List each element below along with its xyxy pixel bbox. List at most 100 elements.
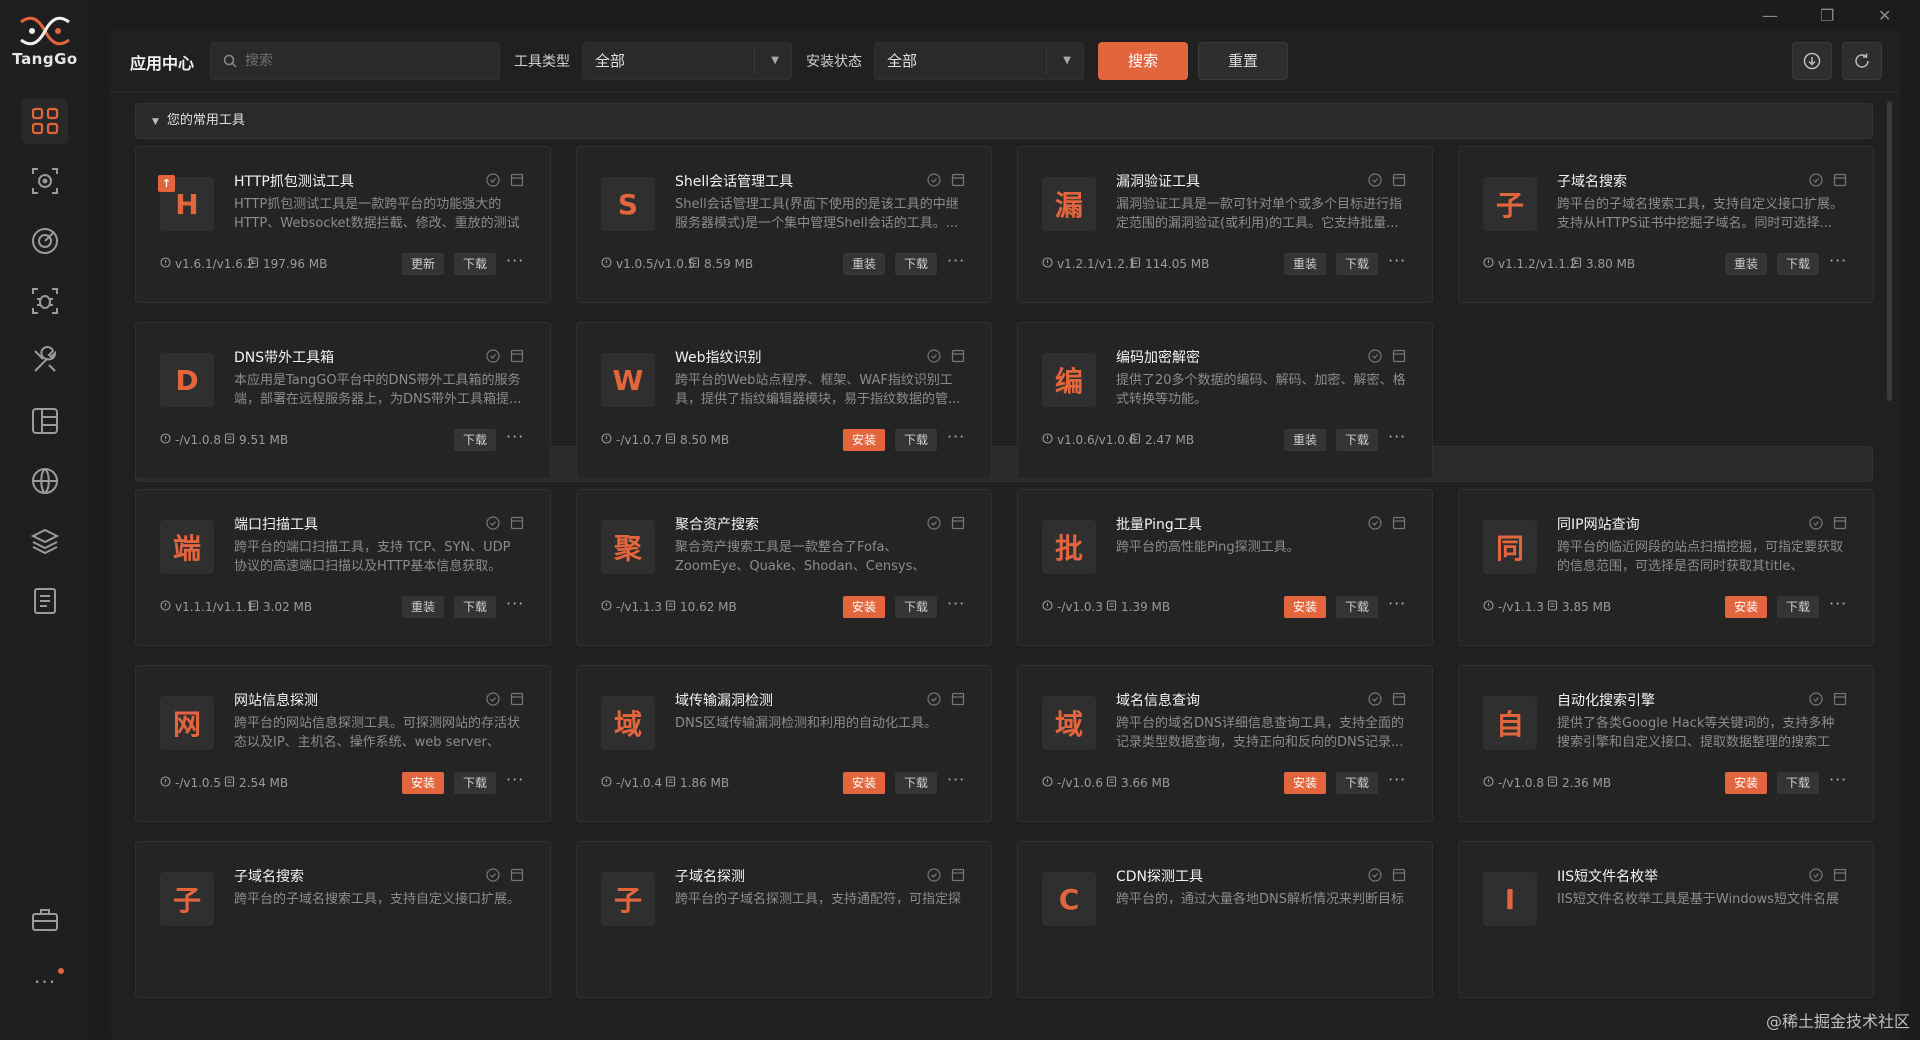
verified-icon[interactable]: [1368, 691, 1382, 710]
details-icon[interactable]: [951, 691, 965, 710]
download-button[interactable]: 下载: [895, 596, 937, 618]
tool-card[interactable]: S Shell会话管理工具 Shell会话管理工具(界面下使用的是该工具的中继服务器…: [576, 146, 992, 303]
tool-card[interactable]: 子 子域名搜索 跨平台的子域名搜索工具，支持自定义接口扩展。支持从HTTPS证书中挖…: [1458, 146, 1874, 303]
scrollbar[interactable]: [1887, 101, 1892, 401]
nav-toolbox-icon[interactable]: [22, 897, 68, 943]
details-icon[interactable]: [510, 867, 524, 886]
verified-icon[interactable]: [1809, 172, 1823, 191]
download-button[interactable]: 下载: [1777, 772, 1819, 794]
more-options-icon[interactable]: ···: [1829, 594, 1847, 613]
details-icon[interactable]: [510, 691, 524, 710]
verified-icon[interactable]: [927, 172, 941, 191]
more-options-icon[interactable]: ···: [947, 427, 965, 446]
more-options-icon[interactable]: ···: [1388, 427, 1406, 446]
more-options-icon[interactable]: ···: [947, 770, 965, 789]
tool-card[interactable]: I IIS短文件名枚举 IIS短文件名枚举工具是基于Windows短文件名展: [1458, 841, 1874, 998]
more-icon[interactable]: ···: [34, 970, 56, 994]
primary-action-button[interactable]: 重装: [402, 596, 444, 618]
details-icon[interactable]: [510, 172, 524, 191]
verified-icon[interactable]: [1809, 867, 1823, 886]
details-icon[interactable]: [1392, 691, 1406, 710]
tool-type-select[interactable]: 全部 ▼: [582, 42, 792, 80]
restore-icon[interactable]: ❐: [1820, 6, 1834, 25]
more-options-icon[interactable]: ···: [506, 251, 524, 270]
nav-tools-icon[interactable]: [22, 338, 68, 384]
verified-icon[interactable]: [486, 172, 500, 191]
tool-card[interactable]: 域 域名信息查询 跨平台的域名DNS详细信息查询工具，支持全面的记录类型数据查询，支…: [1017, 665, 1433, 822]
more-options-icon[interactable]: ···: [1388, 594, 1406, 613]
details-icon[interactable]: [951, 867, 965, 886]
tool-card[interactable]: D DNS带外工具箱 本应用是TangGO平台中的DNS带外工具箱的服务端，部署在远…: [135, 322, 551, 479]
details-icon[interactable]: [1833, 172, 1847, 191]
primary-action-button[interactable]: 安装: [843, 772, 885, 794]
verified-icon[interactable]: [1809, 691, 1823, 710]
more-options-icon[interactable]: ···: [506, 770, 524, 789]
download-button[interactable]: 下载: [1336, 429, 1378, 451]
details-icon[interactable]: [510, 348, 524, 367]
download-button[interactable]: 下载: [1336, 772, 1378, 794]
download-button[interactable]: 下载: [1777, 596, 1819, 618]
verified-icon[interactable]: [927, 348, 941, 367]
primary-action-button[interactable]: 安装: [843, 429, 885, 451]
tool-card[interactable]: C CDN探测工具 跨平台的，通过大量各地DNS解析情况来判断目标: [1017, 841, 1433, 998]
download-button[interactable]: 下载: [454, 253, 496, 275]
primary-action-button[interactable]: 安装: [402, 772, 444, 794]
verified-icon[interactable]: [486, 348, 500, 367]
verified-icon[interactable]: [1368, 172, 1382, 191]
verified-icon[interactable]: [1368, 348, 1382, 367]
nav-scan-icon[interactable]: [22, 158, 68, 204]
more-options-icon[interactable]: ···: [506, 427, 524, 446]
download-icon[interactable]: [1792, 42, 1832, 80]
tool-card[interactable]: 端 端口扫描工具 跨平台的端口扫描工具，支持 TCP、SYN、UDP 协议的高速端口…: [135, 489, 551, 646]
more-options-icon[interactable]: ···: [1829, 770, 1847, 789]
details-icon[interactable]: [1392, 348, 1406, 367]
primary-action-button[interactable]: 安装: [1725, 596, 1767, 618]
tool-card[interactable]: 网 网站信息探测 跨平台的网站信息探测工具。可探测网站的存活状态以及IP、主机名、操…: [135, 665, 551, 822]
details-icon[interactable]: [1392, 867, 1406, 886]
details-icon[interactable]: [951, 515, 965, 534]
primary-action-button[interactable]: 重装: [1725, 253, 1767, 275]
tool-card[interactable]: 聚 聚合资产搜索 聚合资产搜索工具是一款整合了Fofa、ZoomEye、Quake、…: [576, 489, 992, 646]
tool-card[interactable]: 域 域传输漏洞检测 DNS区域传输漏洞检测和利用的自动化工具。 -/v1.0.4 1.8…: [576, 665, 992, 822]
refresh-icon[interactable]: [1842, 42, 1882, 80]
primary-action-button[interactable]: 安装: [1284, 772, 1326, 794]
primary-action-button[interactable]: 安装: [1284, 596, 1326, 618]
tool-card[interactable]: 漏 漏洞验证工具 漏洞验证工具是一款可针对单个或多个目标进行指定范围的漏洞验证(或利…: [1017, 146, 1433, 303]
section-header[interactable]: ▼ 您的常用工具: [135, 103, 1873, 139]
tool-card[interactable]: 自 自动化搜索引擎 提供了各类Google Hack等关键词的，支持多种搜索引擎和自…: [1458, 665, 1874, 822]
details-icon[interactable]: [1833, 867, 1847, 886]
download-button[interactable]: 下载: [1336, 253, 1378, 275]
details-icon[interactable]: [1833, 515, 1847, 534]
nav-layers-icon[interactable]: [22, 518, 68, 564]
download-button[interactable]: 下载: [895, 429, 937, 451]
reset-button[interactable]: 重置: [1198, 42, 1288, 80]
tool-card[interactable]: 编 编码加密解密 提供了20多个数据的编码、解码、加密、解密、格式转换等功能。 v1.…: [1017, 322, 1433, 479]
download-button[interactable]: 下载: [895, 253, 937, 275]
primary-action-button[interactable]: 安装: [1725, 772, 1767, 794]
verified-icon[interactable]: [927, 867, 941, 886]
verified-icon[interactable]: [1809, 515, 1823, 534]
primary-action-button[interactable]: 重装: [843, 253, 885, 275]
details-icon[interactable]: [1833, 691, 1847, 710]
tool-card[interactable]: 同 同IP网站查询 跨平台的临近网段的站点扫描挖掘，可指定要获取的信息范围，可选择是…: [1458, 489, 1874, 646]
nav-app-center-icon[interactable]: [22, 98, 68, 144]
details-icon[interactable]: [510, 515, 524, 534]
more-options-icon[interactable]: ···: [1388, 770, 1406, 789]
primary-action-button[interactable]: 重装: [1284, 253, 1326, 275]
nav-globe-icon[interactable]: [22, 458, 68, 504]
close-icon[interactable]: ✕: [1878, 6, 1891, 25]
verified-icon[interactable]: [486, 515, 500, 534]
primary-action-button[interactable]: 安装: [843, 596, 885, 618]
more-options-icon[interactable]: ···: [506, 594, 524, 613]
tool-card[interactable]: 批 批量Ping工具 跨平台的高性能Ping探测工具。 -/v1.0.3 1.39 MB…: [1017, 489, 1433, 646]
details-icon[interactable]: [1392, 515, 1406, 534]
search-box[interactable]: [210, 42, 500, 80]
details-icon[interactable]: [951, 172, 965, 191]
nav-bug-scan-icon[interactable]: [22, 278, 68, 324]
download-button[interactable]: 下载: [895, 772, 937, 794]
tool-card[interactable]: 子 子域名探测 跨平台的子域名探测工具，支持通配符，可指定探: [576, 841, 992, 998]
nav-document-icon[interactable]: [22, 578, 68, 624]
download-button[interactable]: 下载: [454, 596, 496, 618]
verified-icon[interactable]: [1368, 867, 1382, 886]
primary-action-button[interactable]: 重装: [1284, 429, 1326, 451]
